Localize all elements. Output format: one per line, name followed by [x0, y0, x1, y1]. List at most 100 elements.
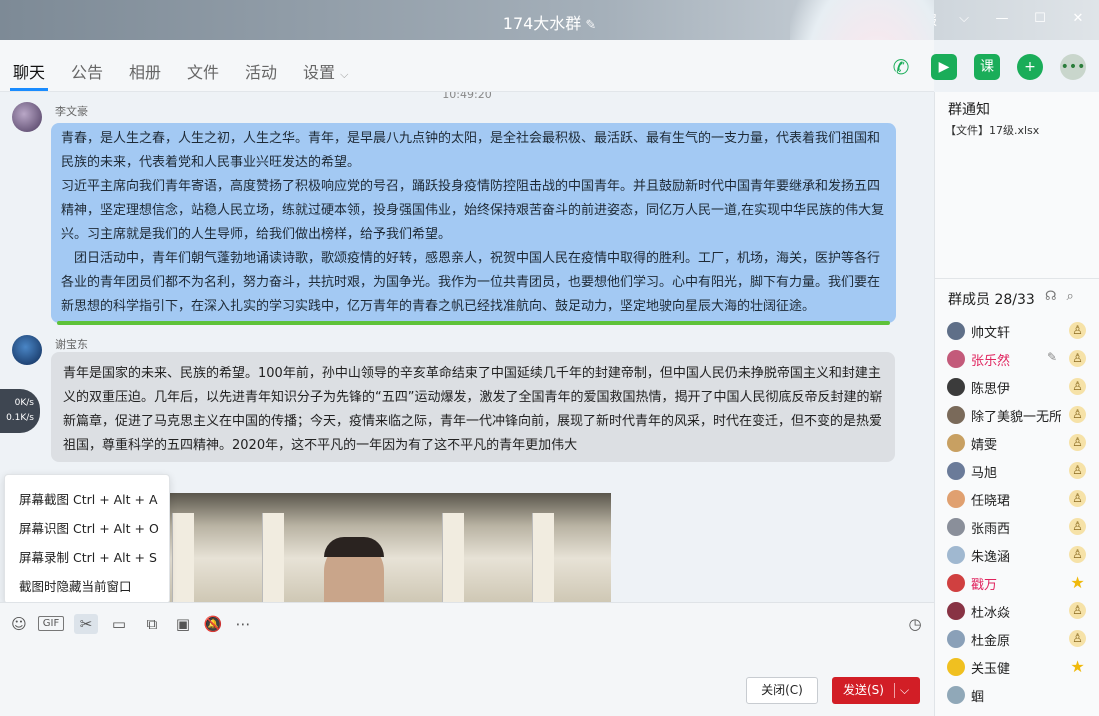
member-manage-icon[interactable]: ☊ [1045, 289, 1057, 304]
member-role-icon: ♙ [1069, 378, 1086, 395]
tab-chat[interactable]: 聊天 [13, 59, 45, 83]
bell-off-icon[interactable]: 🔕 [202, 614, 224, 634]
member-name: 朱逸涵 [971, 550, 1011, 565]
member-name: 帅文轩 [971, 326, 1011, 341]
sender-name[interactable]: 谢宝东 [55, 336, 88, 352]
member-name: 任晓珺 [971, 494, 1011, 509]
member-tools: ☊ ⌕ [1045, 289, 1074, 304]
member-item[interactable]: 关玉健 ★ [947, 656, 1097, 678]
more-options-icon[interactable]: ⋯ [232, 614, 254, 634]
member-item[interactable]: 张雨西 ♙ [947, 516, 1097, 538]
menu-item-hide-window[interactable]: 截图时隐藏当前窗口 [19, 576, 132, 595]
message-bubble[interactable]: 青年是国家的未来、民族的希望。100年前，孙中山领导的辛亥革命结束了中国延续几千… [51, 352, 895, 462]
edit-name-icon[interactable]: ✎ [585, 18, 596, 33]
member-item[interactable]: 戳万 ★ [947, 572, 1097, 594]
composer: ☺ GIF ✂ ▭ ⧉ ▣ 🔕 ⋯ ◷ 关闭(C) 发送(S) ⌵ [0, 602, 934, 716]
member-name: 戳万 [971, 578, 998, 593]
tab-album[interactable]: 相册 [129, 59, 161, 83]
search-icon[interactable]: ⌕ [1067, 289, 1074, 304]
message-paragraph: 青年是国家的未来、民族的希望。100年前，孙中山领导的辛亥革命结束了中国延续几千… [63, 366, 883, 453]
member-role-icon: ♙ [1069, 518, 1086, 535]
menu-item-screenshot[interactable]: 屏幕截图 Ctrl + Alt + A [19, 489, 158, 508]
photo-column [532, 513, 554, 602]
star-icon: ★ [1070, 573, 1085, 592]
member-name: 杜冰焱 [971, 606, 1011, 621]
photo-person-hair [324, 537, 384, 557]
group-sidebar: 群通知 【文件】17级.xlsx 群成员 28/33 ☊ ⌕ 帅文轩 ♙ 张乐然 ✎ ♙… [934, 92, 1099, 716]
avatar [947, 462, 965, 480]
edit-icon[interactable]: ✎ [1047, 350, 1057, 364]
folder-icon[interactable]: ▭ [108, 614, 130, 634]
member-name: 马旭 [971, 466, 998, 481]
notice-file-link[interactable]: 【文件】17级.xlsx [945, 122, 1039, 138]
sender-name[interactable]: 李文豪 [55, 103, 88, 119]
member-item[interactable]: 朱逸涵 ♙ [947, 544, 1097, 566]
more-icon[interactable]: ••• [1060, 54, 1086, 80]
member-item[interactable]: 帅文轩 ♙ [947, 320, 1097, 342]
member-name: 婧雯 [971, 438, 998, 453]
member-item[interactable]: 马旭 ♙ [947, 460, 1097, 482]
member-item[interactable]: 杜冰焱 ♙ [947, 600, 1097, 622]
avatar[interactable] [12, 102, 42, 132]
minimize-button[interactable]: — [991, 8, 1013, 30]
tab-files[interactable]: 文件 [187, 59, 219, 83]
photo-column [262, 513, 284, 602]
video-call-icon[interactable]: ▶ [931, 54, 957, 80]
voice-call-icon[interactable]: ✆ [888, 54, 914, 80]
close-button[interactable]: ✕ [1067, 8, 1089, 30]
member-item[interactable]: 张乐然 ✎ ♙ [947, 348, 1097, 370]
member-item[interactable]: 陈思伊 ♙ [947, 376, 1097, 398]
classroom-icon[interactable]: 课 [974, 54, 1000, 80]
group-tools: ✆ ▶ 课 + ••• [859, 40, 1099, 92]
send-button[interactable]: 发送(S) ⌵ [832, 677, 920, 704]
add-app-icon[interactable]: + [1017, 54, 1043, 80]
network-speed-widget[interactable]: 0K/s 0.1K/s [0, 389, 40, 433]
gif-icon[interactable]: GIF [38, 616, 64, 631]
history-clock-icon[interactable]: ◷ [904, 614, 926, 634]
member-role-icon: ♙ [1069, 602, 1086, 619]
avatar[interactable] [12, 335, 42, 365]
member-item[interactable]: 除了美貌一无所有 ♙ [947, 404, 1097, 426]
emoji-icon[interactable]: ☺ [8, 614, 30, 634]
group-name: 174大水群 [502, 14, 582, 33]
members-title: 群成员 28/33 [948, 292, 1035, 308]
notice-file-text: 【文件】17级.xlsx [945, 124, 1040, 137]
member-name: 张雨西 [971, 522, 1011, 537]
scissors-icon[interactable]: ✂ [74, 614, 98, 634]
message-timestamp: 10:49:20 [442, 92, 492, 101]
member-role-icon: ♙ [1069, 546, 1086, 563]
notice-title: 群通知 [948, 102, 990, 118]
chevron-down-icon[interactable]: ⌵ [900, 677, 909, 704]
chevron-down-icon[interactable]: ⌵ [953, 8, 975, 30]
title-bar: 174大水群✎ 举报 ⌵ — ☐ ✕ [0, 0, 1099, 40]
screenshot-menu: 屏幕截图 Ctrl + Alt + A 屏幕识图 Ctrl + Alt + O … [4, 474, 170, 604]
message-bubble[interactable]: 青春，是人生之春，人生之初，人生之华。青年，是早晨八九点钟的太阳，是全社会最积极… [51, 123, 896, 325]
maximize-button[interactable]: ☐ [1029, 8, 1051, 30]
tab-activity[interactable]: 活动 [245, 59, 277, 83]
image-icon[interactable]: ▣ [172, 614, 194, 634]
tab-announcement[interactable]: 公告 [71, 59, 103, 83]
member-name: 蝈 [971, 690, 985, 705]
menu-item-image-recognition[interactable]: 屏幕识图 Ctrl + Alt + O [19, 518, 159, 537]
photo-column [172, 513, 194, 602]
member-item[interactable]: 婧雯 ♙ [947, 432, 1097, 454]
member-item[interactable]: 任晓珺 ♙ [947, 488, 1097, 510]
member-role-icon: ♙ [1069, 462, 1086, 479]
avatar [947, 434, 965, 452]
member-role-icon: ♙ [1069, 434, 1086, 451]
screen-share-icon[interactable]: ⧉ [141, 614, 163, 634]
menu-item-screen-record[interactable]: 屏幕录制 Ctrl + Alt + S [19, 547, 157, 566]
message-paragraph: 团日活动中，青年们朝气蓬勃地诵读诗歌，歌颂疫情的好转，感恩亲人，祝贺中国人民在疫… [61, 251, 881, 314]
tab-settings[interactable]: 设置 ⌵ [303, 59, 348, 83]
member-item[interactable]: 杜金原 ♙ [947, 628, 1097, 650]
bubble-accent [57, 321, 890, 325]
avatar [947, 490, 965, 508]
tab-bar: 聊天 公告 相册 文件 活动 设置 ⌵ [0, 40, 934, 92]
avatar [947, 406, 965, 424]
star-icon: ★ [1070, 657, 1085, 676]
member-role-icon: ♙ [1069, 490, 1086, 507]
avatar [947, 518, 965, 536]
close-button[interactable]: 关闭(C) [746, 677, 818, 704]
member-item[interactable]: 蝈 [947, 684, 1097, 706]
avatar [947, 546, 965, 564]
